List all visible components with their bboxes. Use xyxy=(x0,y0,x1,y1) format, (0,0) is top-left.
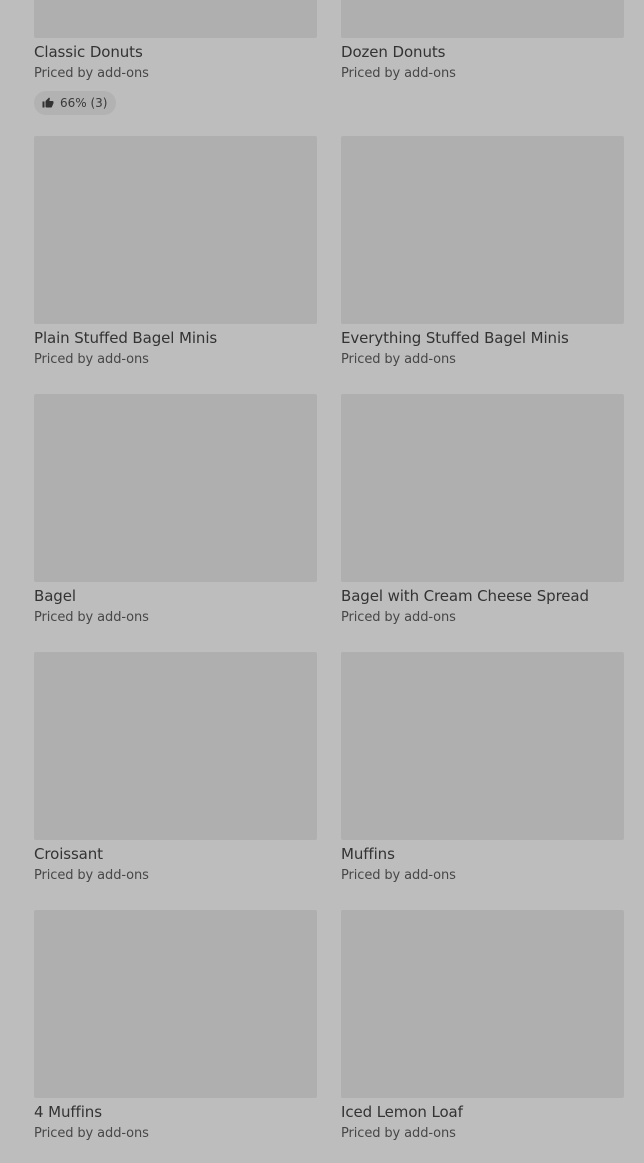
thumbs-up-icon xyxy=(42,97,54,109)
menu-item-price: Priced by add-ons xyxy=(341,1126,456,1141)
menu-item-name: Bagel xyxy=(34,587,76,605)
menu-item-card[interactable]: Everything Stuffed Bagel Minis Priced by… xyxy=(341,136,624,368)
menu-item-image xyxy=(341,394,624,582)
menu-item-image xyxy=(34,0,317,38)
menu-item-image xyxy=(341,910,624,1098)
menu-item-card[interactable]: Bagel Priced by add-ons xyxy=(34,394,317,626)
menu-item-price: Priced by add-ons xyxy=(34,352,149,367)
menu-item-name: Croissant xyxy=(34,845,103,863)
menu-item-image xyxy=(341,136,624,324)
menu-item-image xyxy=(34,652,317,840)
menu-item-card[interactable]: Dozen Donuts Priced by add-ons xyxy=(341,0,624,82)
menu-item-name: 4 Muffins xyxy=(34,1103,102,1121)
menu-item-card[interactable]: Classic Donuts Priced by add-ons 66% (3) xyxy=(34,0,317,115)
menu-item-price: Priced by add-ons xyxy=(341,66,456,81)
menu-item-price: Priced by add-ons xyxy=(341,610,456,625)
menu-item-card[interactable]: 4 Muffins Priced by add-ons xyxy=(34,910,317,1142)
menu-item-image xyxy=(341,652,624,840)
menu-item-price: Priced by add-ons xyxy=(34,868,149,883)
menu-item-price: Priced by add-ons xyxy=(34,1126,149,1141)
menu-item-card[interactable]: Croissant Priced by add-ons xyxy=(34,652,317,884)
menu-item-card[interactable]: Iced Lemon Loaf Priced by add-ons xyxy=(341,910,624,1142)
menu-item-price: Priced by add-ons xyxy=(341,868,456,883)
menu-item-name: Iced Lemon Loaf xyxy=(341,1103,463,1121)
menu-item-name: Dozen Donuts xyxy=(341,43,446,61)
menu-item-image xyxy=(341,0,624,38)
menu-item-price: Priced by add-ons xyxy=(34,610,149,625)
menu-item-name: Plain Stuffed Bagel Minis xyxy=(34,329,218,347)
menu-item-image xyxy=(34,136,317,324)
menu-item-price: Priced by add-ons xyxy=(341,352,456,367)
menu-item-name: Classic Donuts xyxy=(34,43,143,61)
menu-item-name: Bagel with Cream Cheese Spread xyxy=(341,587,589,605)
menu-item-card[interactable]: Plain Stuffed Bagel Minis Priced by add-… xyxy=(34,136,317,368)
menu-item-image xyxy=(34,910,317,1098)
menu-item-card[interactable]: Bagel with Cream Cheese Spread Priced by… xyxy=(341,394,624,626)
menu-item-name: Muffins xyxy=(341,845,395,863)
rating-badge: 66% (3) xyxy=(34,91,117,115)
menu-item-card[interactable]: Muffins Priced by add-ons xyxy=(341,652,624,884)
menu-item-name: Everything Stuffed Bagel Minis xyxy=(341,329,569,347)
menu-item-price: Priced by add-ons xyxy=(34,66,149,81)
rating-text: 66% (3) xyxy=(60,96,108,110)
menu-item-image xyxy=(34,394,317,582)
